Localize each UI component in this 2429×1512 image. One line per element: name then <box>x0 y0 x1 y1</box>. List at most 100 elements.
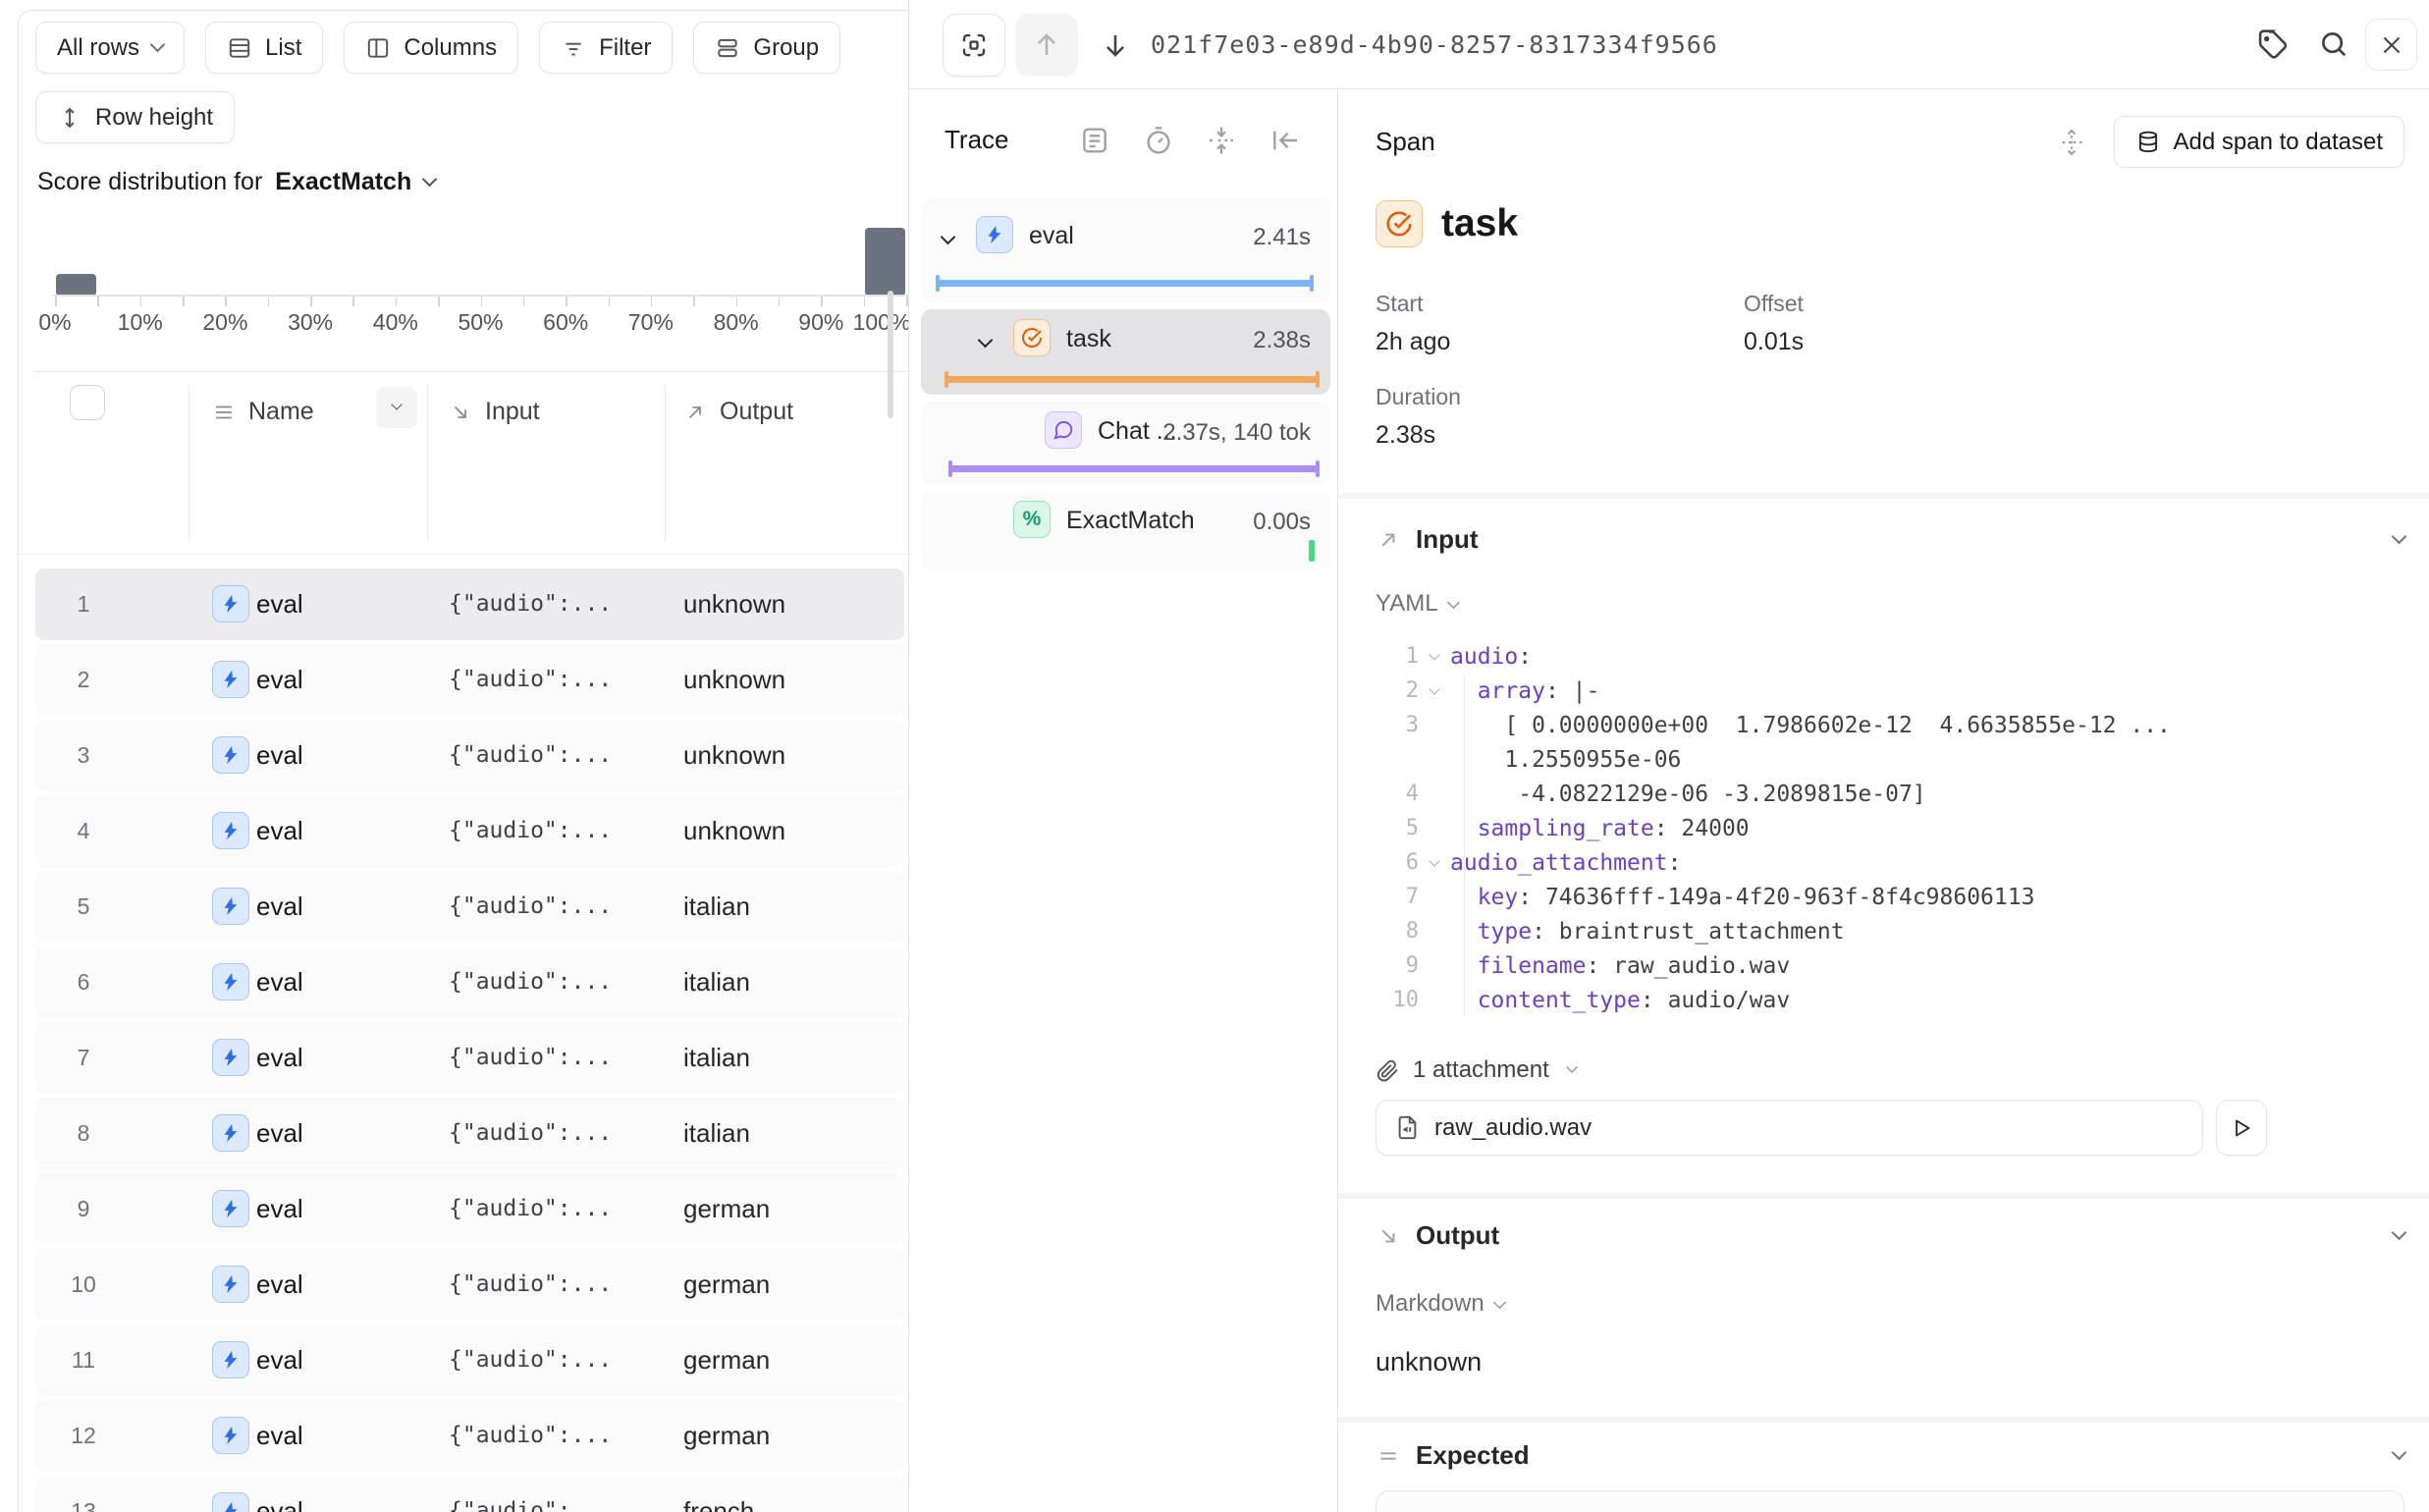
close-button[interactable] <box>2365 19 2417 71</box>
name-column-menu-button[interactable] <box>376 387 417 428</box>
column-separator <box>427 385 428 542</box>
cell-output: unknown <box>683 795 785 867</box>
add-span-to-dataset-button[interactable]: Add span to dataset <box>2114 116 2405 168</box>
cell-output: italian <box>683 946 750 1018</box>
row-height-button[interactable]: Row height <box>35 91 235 143</box>
expected-value-box[interactable] <box>1376 1490 2404 1512</box>
rows-icon <box>212 401 236 424</box>
table-row[interactable]: 8eval{"audio":...italian <box>35 1098 904 1169</box>
cell-output: unknown <box>683 568 785 640</box>
table-row[interactable]: 12eval{"audio":...german <box>35 1400 904 1472</box>
eval-span-icon <box>212 585 249 622</box>
chevron-down-icon <box>1447 596 1460 609</box>
attachment-file[interactable]: raw_audio.wav <box>1376 1100 2203 1156</box>
code-line: 3 [ 0.0000000e+00 1.7986602e-12 4.663585… <box>1376 708 2404 742</box>
score-distribution-histogram: 0%10%20%30%40%50%60%70%80%90%100% <box>35 207 908 345</box>
output-format-dropdown[interactable]: Markdown <box>1376 1290 1504 1318</box>
attachment-filename: raw_audio.wav <box>1434 1114 1592 1142</box>
attachments-toggle[interactable]: 1 attachment <box>1376 1056 2404 1084</box>
column-header-input[interactable]: Input <box>449 398 540 426</box>
code-text: filename: raw_audio.wav <box>1450 953 1790 979</box>
table-row[interactable]: 11eval{"audio":...german <box>35 1324 904 1396</box>
timeline-bar <box>949 465 1319 472</box>
cell-name: eval <box>256 644 303 716</box>
line-number: 4 <box>1376 782 1419 806</box>
fold-chevron-icon[interactable] <box>1419 860 1450 865</box>
span-title-row: task <box>1376 200 2404 247</box>
table-row[interactable]: 3eval{"audio":...unknown <box>35 720 904 791</box>
table-row[interactable]: 7eval{"audio":...italian <box>35 1022 904 1094</box>
timer-icon[interactable] <box>1143 125 1174 156</box>
input-section-header[interactable]: Input <box>1376 524 2404 555</box>
expected-section-header[interactable]: Expected <box>1376 1440 2404 1471</box>
expand-fullscreen-button[interactable] <box>943 14 1005 77</box>
score-distribution-prefix: Score distribution for <box>37 168 262 196</box>
table-row[interactable]: 4eval{"audio":...unknown <box>35 795 904 867</box>
resize-vertical-icon[interactable] <box>2057 128 2086 157</box>
output-section-header[interactable]: Output <box>1376 1220 2404 1251</box>
fold-chevron-icon[interactable] <box>1419 654 1450 659</box>
span-meta: Start 2h ago Offset 0.01s Duration 2.38s <box>1376 291 2404 438</box>
group-button[interactable]: Group <box>693 22 840 74</box>
code-text: array: |- <box>1450 678 1599 704</box>
next-row-button[interactable] <box>1084 14 1147 77</box>
column-header-output[interactable]: Output <box>683 398 793 426</box>
table-row[interactable]: 9eval{"audio":...german <box>35 1173 904 1245</box>
row-number: 9 <box>64 1173 103 1245</box>
all-rows-dropdown[interactable]: All rows <box>35 22 185 74</box>
list-icon <box>227 35 252 61</box>
input-format-value: YAML <box>1376 590 1438 618</box>
histogram-tick <box>268 297 270 306</box>
cell-name: eval <box>256 720 303 791</box>
trace-row-eval[interactable]: eval 2.41s <box>921 198 1330 302</box>
input-format-dropdown[interactable]: YAML <box>1376 590 1458 618</box>
table-row[interactable]: 1eval{"audio":...unknown <box>35 568 904 640</box>
table-header-divider <box>19 554 908 555</box>
fold-chevron-icon[interactable] <box>1419 688 1450 693</box>
table-row[interactable]: 5eval{"audio":...italian <box>35 871 904 943</box>
filter-button[interactable]: Filter <box>539 22 673 74</box>
select-all-checkbox[interactable] <box>70 385 105 420</box>
trace-row-exactmatch[interactable]: % ExactMatch 0.00s <box>921 491 1330 569</box>
trace-row-task[interactable]: task 2.38s <box>921 309 1330 395</box>
cell-output: german <box>683 1324 770 1396</box>
section-divider <box>1338 1193 2429 1199</box>
section-divider <box>1338 1417 2429 1423</box>
play-attachment-button[interactable] <box>2216 1100 2267 1156</box>
column-header-input-label: Input <box>485 398 540 426</box>
table-row[interactable]: 2eval{"audio":...unknown <box>35 644 904 716</box>
list-button[interactable]: List <box>205 22 323 74</box>
cell-input: {"audio":... <box>449 720 612 791</box>
line-number: 3 <box>1376 713 1419 737</box>
yaml-code-block[interactable]: 1audio:2 array: |-3 [ 0.0000000e+00 1.79… <box>1376 639 2404 1017</box>
histogram-tick <box>140 297 142 306</box>
histogram-tick <box>864 297 866 306</box>
table-body: 1eval{"audio":...unknown2eval{"audio":..… <box>35 568 904 1512</box>
histogram-tick <box>55 297 57 306</box>
row-number: 3 <box>64 720 103 791</box>
previous-row-button[interactable] <box>1015 14 1078 77</box>
code-line: 1audio: <box>1376 639 2404 674</box>
trace-row-chat[interactable]: Chat ... 2.37s, 140 tok <box>921 402 1330 484</box>
collapse-vertical-icon[interactable] <box>1206 125 1237 156</box>
notes-icon[interactable] <box>1079 125 1110 156</box>
columns-button[interactable]: Columns <box>344 22 518 74</box>
table-row[interactable]: 6eval{"audio":...italian <box>35 946 904 1018</box>
cell-output: german <box>683 1400 770 1472</box>
collapse-left-icon[interactable] <box>1269 125 1301 156</box>
arrow-down-right-icon <box>1376 1223 1401 1249</box>
column-header-name[interactable]: Name <box>212 398 314 426</box>
audio-file-icon <box>1394 1114 1421 1141</box>
row-number: 5 <box>64 871 103 943</box>
output-value: unknown <box>1376 1347 2404 1377</box>
arrow-down-right-icon <box>449 401 472 424</box>
trace-row-label: task <box>1066 325 1111 353</box>
trace-row-duration: 2.38s <box>1253 327 1311 354</box>
table-row[interactable]: 13eval{"audio":...french <box>35 1476 904 1512</box>
left-panel-scrollbar[interactable] <box>888 291 893 418</box>
score-distribution-selector[interactable]: Score distribution for ExactMatch <box>37 168 435 196</box>
columns-icon <box>365 35 391 61</box>
table-row[interactable]: 10eval{"audio":...german <box>35 1249 904 1321</box>
search-icon[interactable] <box>2317 27 2350 61</box>
tag-icon[interactable] <box>2255 27 2289 61</box>
